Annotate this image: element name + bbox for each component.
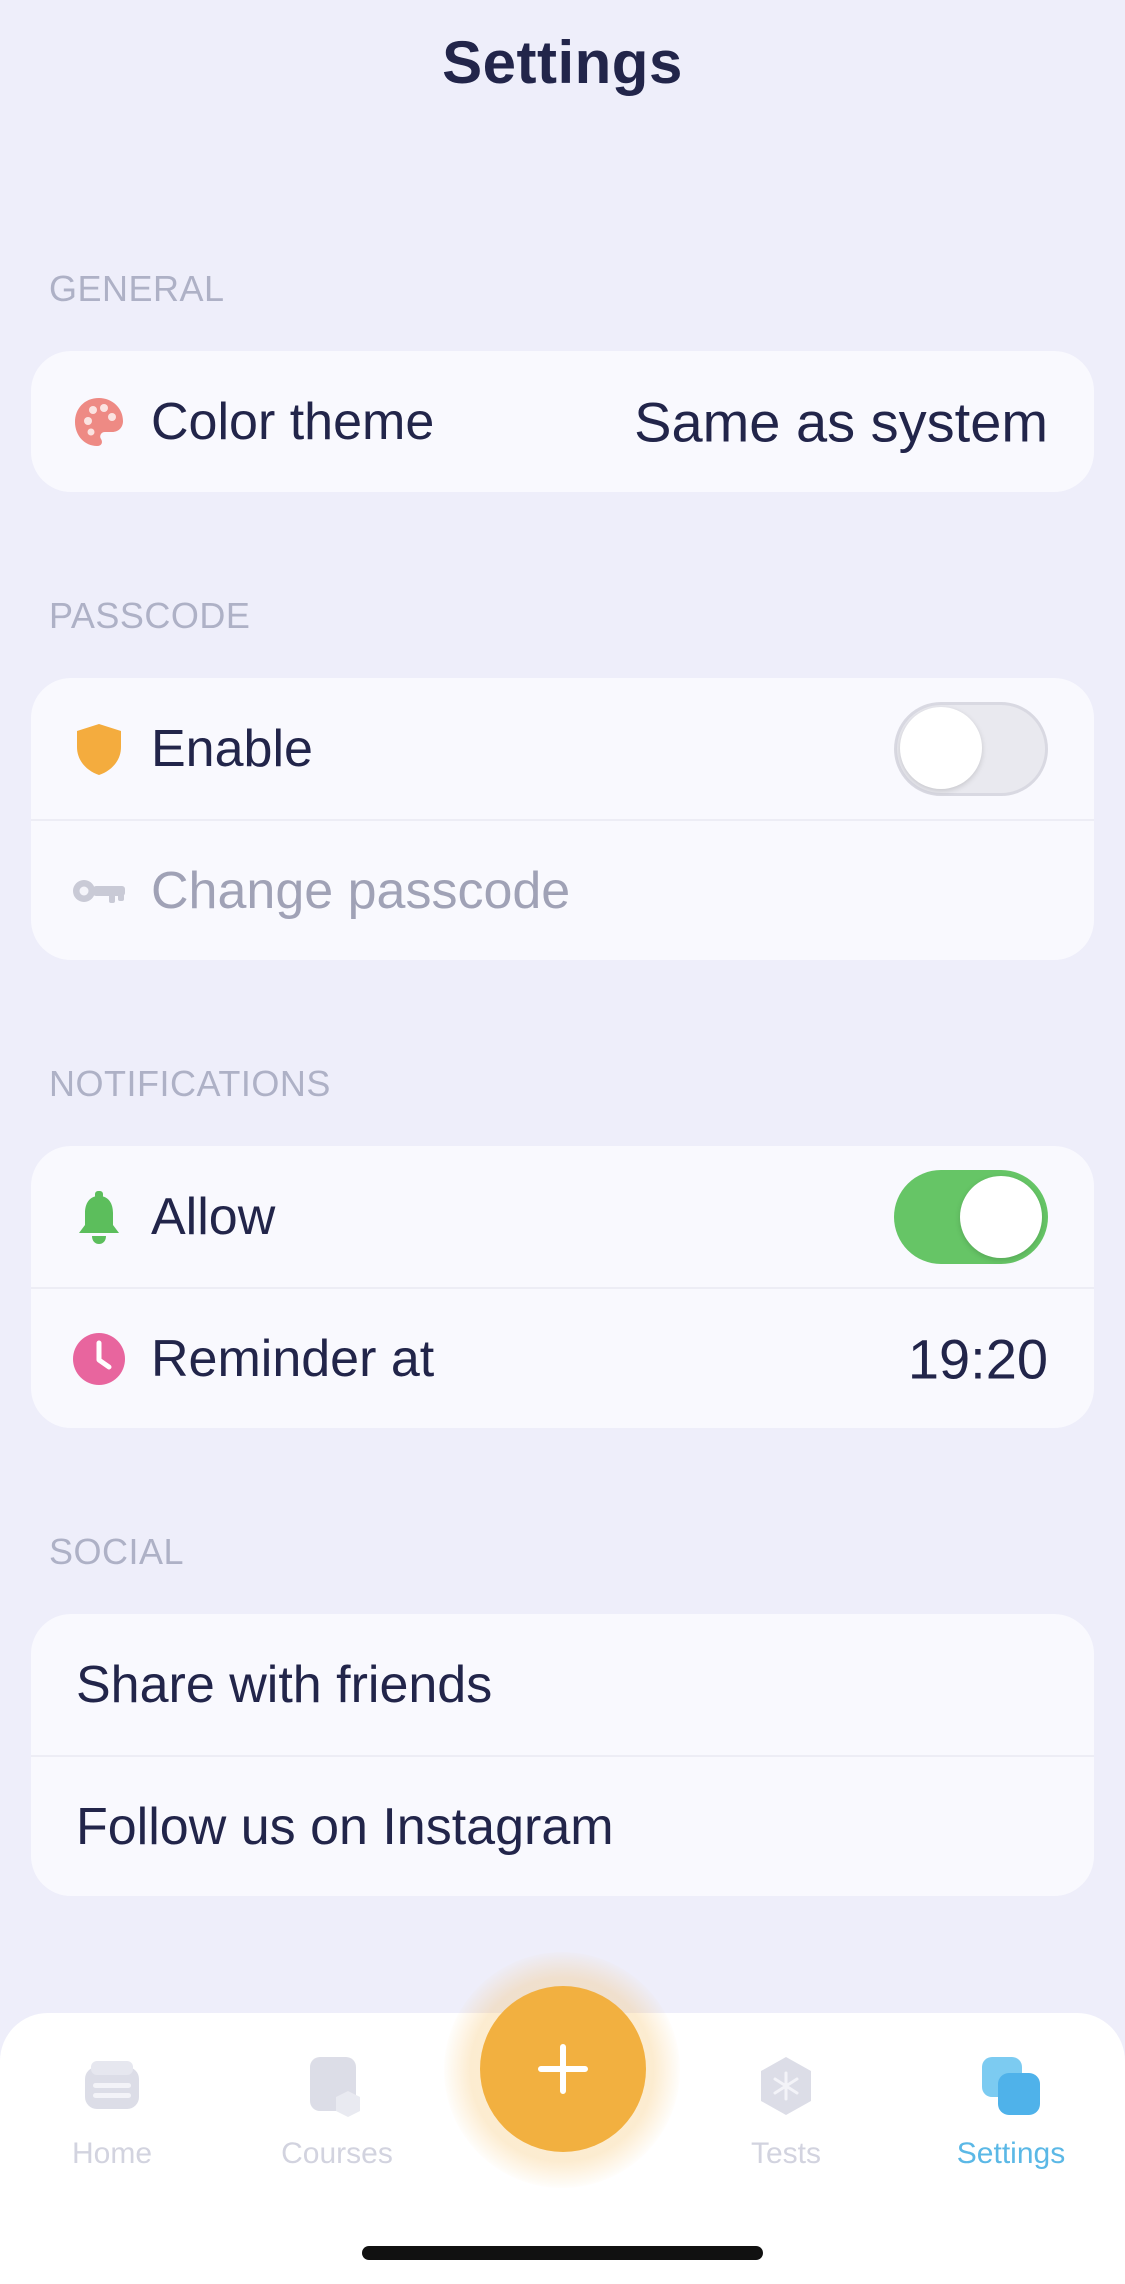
notifications-card: Allow Reminder at 19:20 [31, 1146, 1094, 1428]
tests-icon [761, 2057, 811, 2115]
page-title: Settings [442, 29, 683, 96]
toggle-knob [900, 706, 982, 789]
tab-tests-label: Tests [750, 2137, 822, 2170]
instagram-row[interactable]: Follow us on Instagram [31, 1755, 1094, 1896]
tab-settings-label: Settings [956, 2137, 1066, 2170]
tab-courses-label: Courses [281, 2137, 393, 2170]
shield-icon [71, 721, 127, 777]
add-button[interactable] [480, 1986, 646, 2152]
bell-icon [71, 1189, 127, 1245]
general-card: Color theme Same as system [31, 351, 1094, 492]
notifications-toggle[interactable] [894, 1169, 1048, 1264]
color-theme-value: Same as system [634, 390, 1048, 453]
share-row[interactable]: Share with friends [31, 1614, 1094, 1755]
color-theme-row[interactable]: Color theme Same as system [31, 351, 1094, 492]
section-header-notifications: NOTIFICATIONS [49, 1063, 331, 1104]
toggle-knob [960, 1175, 1042, 1258]
change-passcode-row[interactable]: Change passcode [31, 819, 1094, 960]
color-theme-label: Color theme [151, 392, 435, 451]
tab-courses[interactable]: Courses [257, 2053, 417, 2171]
tab-settings[interactable]: Settings [931, 2053, 1091, 2171]
tab-home-label: Home [71, 2137, 153, 2170]
tab-tests[interactable]: Tests [706, 2053, 866, 2171]
notifications-allow-label: Allow [151, 1187, 276, 1246]
section-header-general: GENERAL [49, 268, 225, 309]
section-header-passcode: PASSCODE [49, 595, 251, 636]
home-indicator [362, 2246, 763, 2260]
passcode-enable-row: Enable [31, 678, 1094, 819]
section-header-social: SOCIAL [49, 1531, 185, 1572]
change-passcode-label: Change passcode [151, 861, 571, 920]
home-icon [85, 2061, 139, 2109]
tab-home[interactable]: Home [32, 2053, 192, 2171]
reminder-row[interactable]: Reminder at 19:20 [31, 1287, 1094, 1428]
clock-icon [71, 1331, 127, 1387]
settings-icon [982, 2057, 1040, 2115]
passcode-enable-label: Enable [151, 719, 313, 778]
reminder-time-value: 19:20 [907, 1327, 1048, 1390]
key-icon [71, 863, 127, 919]
passcode-card: Enable Change passcode [31, 678, 1094, 960]
reminder-label: Reminder at [151, 1329, 435, 1388]
plus-icon [538, 2044, 588, 2094]
courses-icon [310, 2057, 360, 2117]
notifications-allow-row: Allow [31, 1146, 1094, 1287]
palette-icon [71, 394, 127, 450]
social-card: Share with friends Follow us on Instagra… [31, 1614, 1094, 1896]
share-label: Share with friends [76, 1655, 493, 1714]
passcode-toggle[interactable] [894, 701, 1048, 796]
instagram-label: Follow us on Instagram [76, 1797, 614, 1856]
